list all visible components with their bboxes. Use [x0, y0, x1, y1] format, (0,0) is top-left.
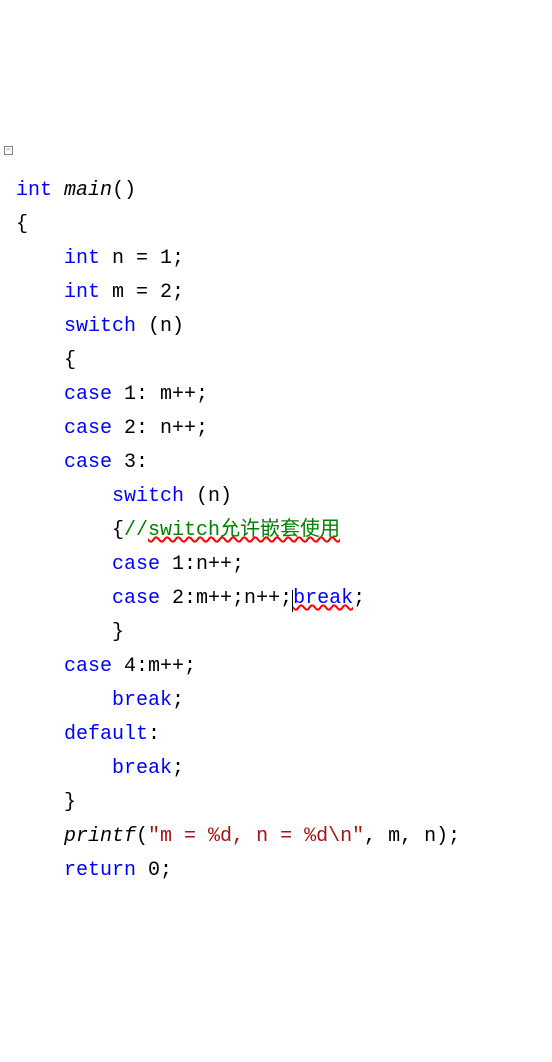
keyword-case: case: [112, 587, 160, 610]
keyword-default: default: [64, 723, 148, 746]
code-editor[interactable]: − int main() { int n = 1; int m = 2; swi…: [4, 140, 552, 888]
code-line-8: case 2: n++;: [4, 417, 208, 440]
string-literal: "m = %d, n = %d\n": [148, 825, 364, 848]
code-line-12: case 1:n++;: [4, 553, 244, 576]
keyword-int: int: [64, 247, 100, 270]
keyword-case: case: [112, 553, 160, 576]
code-line-16: break;: [4, 689, 184, 712]
keyword-case: case: [64, 383, 112, 406]
code-line-21: return 0;: [4, 859, 172, 882]
keyword-break: break: [112, 757, 172, 780]
code-line-17: default:: [4, 723, 160, 746]
code-line-6: {: [4, 349, 76, 372]
code-line-10: switch (n): [4, 485, 232, 508]
code-line-18: break;: [4, 757, 184, 780]
text-cursor-icon: [292, 590, 293, 612]
function-printf: printf: [64, 825, 136, 848]
keyword-case: case: [64, 451, 112, 474]
fold-minus-icon[interactable]: −: [4, 146, 13, 155]
keyword-return: return: [64, 859, 136, 882]
keyword-int: int: [64, 281, 100, 304]
code-line-2: {: [4, 213, 28, 236]
code-line-4: int m = 2;: [4, 281, 184, 304]
function-main: main: [64, 179, 112, 202]
code-line-3: int n = 1;: [4, 247, 184, 270]
code-line-20: printf("m = %d, n = %d\n", m, n);: [4, 825, 460, 848]
keyword-case: case: [64, 417, 112, 440]
keyword-int: int: [16, 179, 52, 202]
code-line-5: switch (n): [4, 315, 184, 338]
text: (): [112, 179, 136, 202]
keyword-break: break: [293, 587, 353, 610]
keyword-switch: switch: [64, 315, 136, 338]
code-line-11: {//switch允许嵌套使用: [4, 519, 340, 542]
code-line-19: }: [4, 791, 76, 814]
code-line-1: int main(): [4, 179, 136, 202]
keyword-case: case: [64, 655, 112, 678]
keyword-switch: switch: [112, 485, 184, 508]
code-line-9: case 3:: [4, 451, 148, 474]
comment: //switch允许嵌套使用: [124, 519, 340, 542]
code-line-15: case 4:m++;: [4, 655, 196, 678]
code-line-7: case 1: m++;: [4, 383, 208, 406]
code-line-14: }: [4, 621, 124, 644]
keyword-break: break: [112, 689, 172, 712]
code-line-13: case 2:m++;n++;break;: [4, 587, 365, 610]
